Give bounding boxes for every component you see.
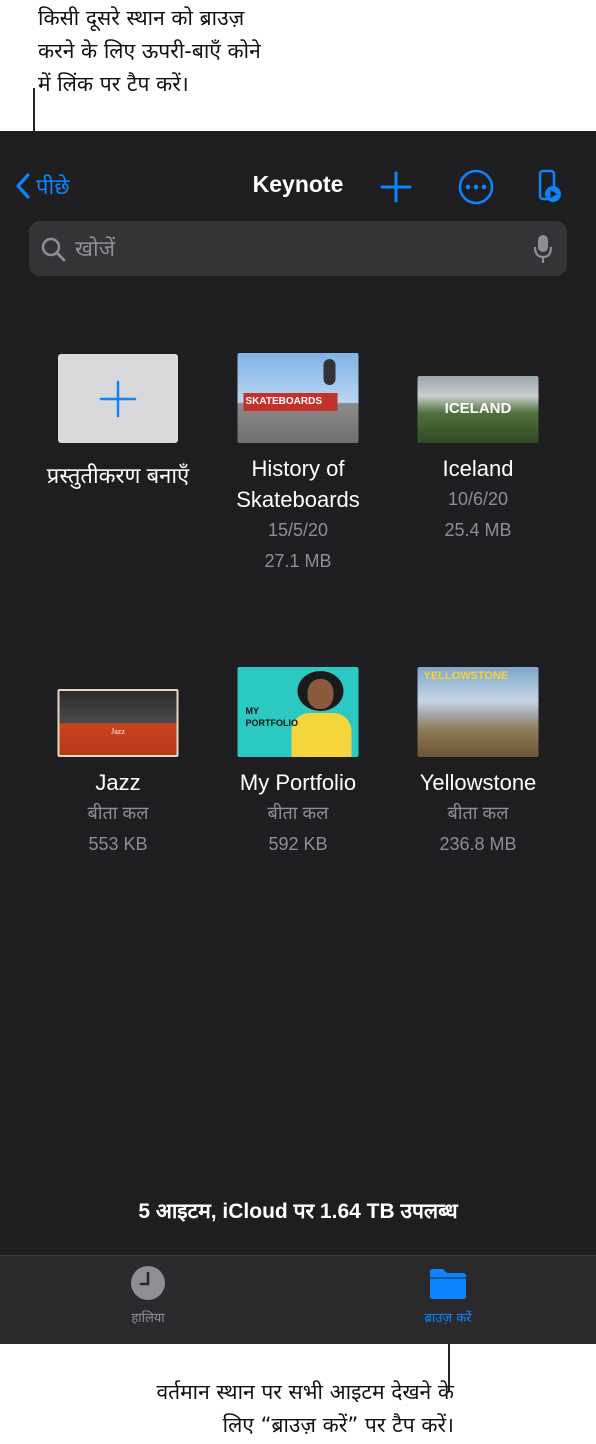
navigation-bar: पीछे Keynote bbox=[0, 131, 596, 221]
remote-play-icon bbox=[538, 169, 561, 202]
document-item[interactable]: MY PORTFOLIO My Portfolio बीता कल 592 KB bbox=[208, 661, 388, 860]
keynote-document-manager: पीछे Keynote खोजें प्रस्तुतीकरण बनाएँ SK… bbox=[0, 131, 596, 1344]
document-name: My Portfolio bbox=[239, 770, 357, 795]
more-options-button[interactable] bbox=[456, 169, 496, 205]
thumbnail-container: ICELAND bbox=[388, 347, 568, 443]
document-name: History of Skateboards bbox=[236, 456, 360, 512]
document-date: बीता कल bbox=[87, 803, 149, 823]
search-icon bbox=[41, 237, 66, 262]
thumbnail-title: SKATEBOARDS bbox=[245, 396, 322, 407]
portrait-sweater bbox=[291, 713, 352, 757]
tab-recents-label: हालिया bbox=[131, 1311, 165, 1326]
portrait-face bbox=[307, 679, 334, 709]
keynote-remote-button[interactable] bbox=[532, 169, 572, 205]
create-spacer bbox=[28, 354, 208, 450]
document-item[interactable]: Jazz Jazz बीता कल 553 KB bbox=[28, 661, 208, 860]
thumbnail-title: Jazz bbox=[111, 727, 125, 736]
thumbnail-title: MY PORTFOLIO bbox=[245, 706, 299, 728]
document-date: 15/5/20 bbox=[267, 520, 329, 540]
clock-icon bbox=[131, 1266, 165, 1300]
document-name: Iceland bbox=[442, 456, 514, 481]
thumbnail-container: SKATEBOARDS bbox=[208, 347, 388, 443]
document-size: 236.8 MB bbox=[439, 834, 517, 854]
microphone-icon[interactable] bbox=[533, 234, 553, 264]
back-button[interactable]: पीछे bbox=[16, 169, 70, 203]
page-title: Keynote bbox=[252, 171, 344, 197]
create-presentation-label: प्रस्तुतीकरण बनाएँ bbox=[46, 463, 190, 488]
document-size: 25.4 MB bbox=[444, 520, 512, 540]
tab-bar: हालिया ब्राउज़ करें bbox=[0, 1255, 596, 1344]
document-size: 592 KB bbox=[268, 834, 328, 854]
document-name: Jazz bbox=[95, 770, 141, 795]
tab-browse[interactable]: ब्राउज़ करें bbox=[378, 1264, 518, 1326]
skateboards-thumbnail: SKATEBOARDS bbox=[237, 353, 359, 443]
search-input[interactable] bbox=[73, 221, 517, 278]
thumbnail-title: YELLOWSTONE bbox=[423, 670, 509, 682]
create-presentation-item[interactable]: प्रस्तुतीकरण बनाएँ bbox=[28, 354, 208, 491]
portfolio-thumbnail: MY PORTFOLIO bbox=[237, 667, 359, 757]
document-date: 10/6/20 bbox=[447, 489, 509, 509]
storage-status: 5 आइटम, iCloud पर 1.64 TB उपलब्ध bbox=[138, 1200, 458, 1223]
back-label: पीछे bbox=[36, 175, 70, 200]
document-date: बीता कल bbox=[267, 803, 329, 823]
document-item[interactable]: ICELAND Iceland 10/6/20 25.4 MB bbox=[388, 347, 568, 546]
thumbnail-title: ICELAND bbox=[444, 400, 512, 417]
add-presentation-button[interactable] bbox=[376, 169, 416, 205]
thumbnail-container: MY PORTFOLIO bbox=[208, 661, 388, 757]
document-date: बीता कल bbox=[447, 803, 509, 823]
callout-bottom: वर्तमान स्थान पर सभी आइटम देखने के लिए “… bbox=[156, 1380, 454, 1437]
document-size: 553 KB bbox=[88, 834, 148, 854]
search-bar bbox=[29, 221, 567, 278]
plus-icon bbox=[380, 171, 412, 203]
tab-browse-label: ब्राउज़ करें bbox=[424, 1311, 472, 1326]
document-name: Yellowstone bbox=[419, 770, 537, 795]
thumbnail-container: Jazz bbox=[28, 661, 208, 757]
ellipsis-circle-icon bbox=[458, 169, 494, 205]
thumbnail-container: YELLOWSTONE bbox=[388, 661, 568, 757]
tab-recents[interactable]: हालिया bbox=[78, 1264, 218, 1326]
iceland-thumbnail: ICELAND bbox=[417, 376, 539, 443]
yellowstone-thumbnail: YELLOWSTONE bbox=[417, 667, 539, 757]
folder-icon bbox=[430, 1269, 466, 1299]
document-item[interactable]: SKATEBOARDS History of Skateboards 15/5/… bbox=[208, 347, 388, 577]
skater-figure bbox=[323, 359, 336, 385]
document-size: 27.1 MB bbox=[264, 551, 332, 571]
document-item[interactable]: YELLOWSTONE Yellowstone बीता कल 236.8 MB bbox=[388, 661, 568, 860]
callout-top: किसी दूसरे स्थान को ब्राउज़ करने के लिए … bbox=[38, 6, 261, 96]
chevron-left-icon bbox=[16, 173, 30, 199]
jazz-thumbnail: Jazz bbox=[57, 689, 179, 757]
